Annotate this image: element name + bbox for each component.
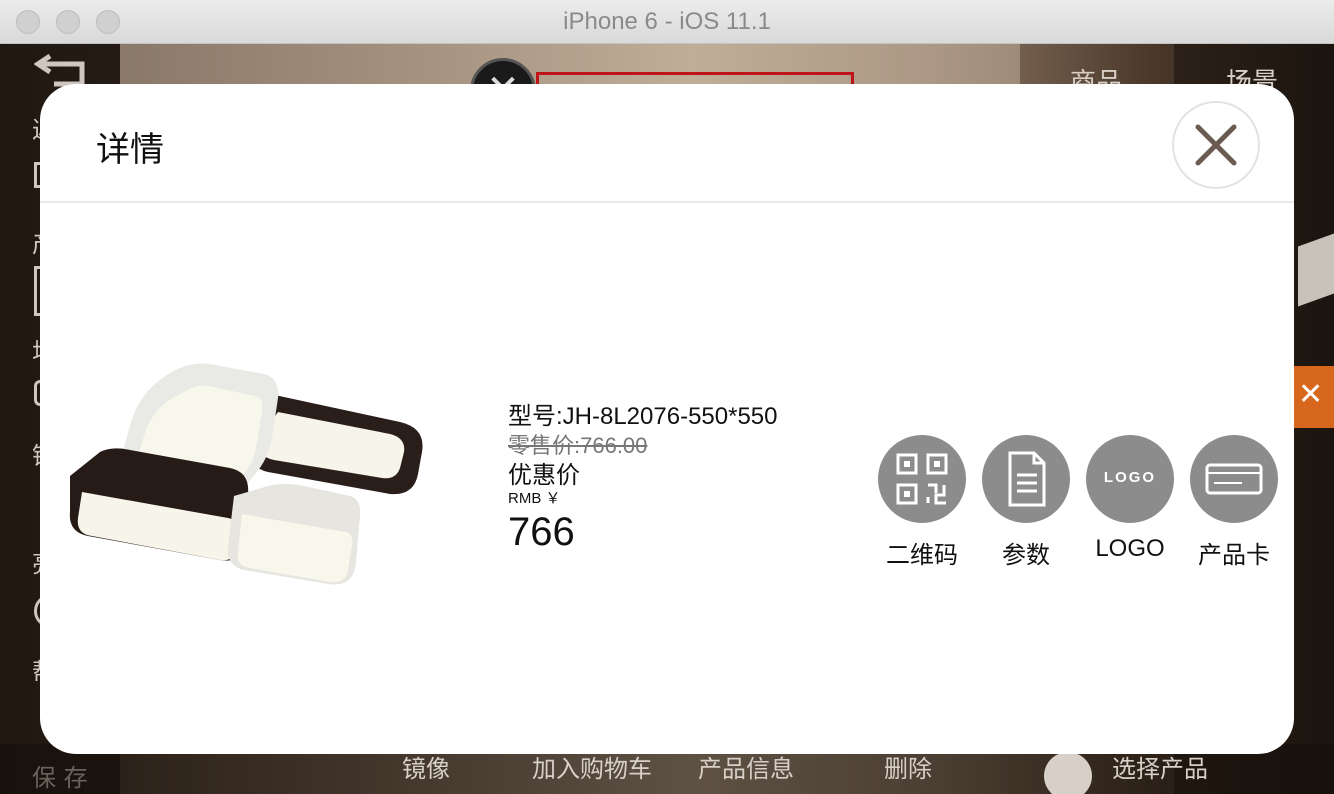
add-to-cart-button[interactable]: 加入购物车 [532,749,652,784]
close-icon [1195,124,1237,166]
remove-item-button[interactable]: ✕ [1294,366,1334,428]
discount-label: 优惠价 [508,461,580,489]
qr-code-button[interactable]: 二维码 [877,435,967,570]
document-icon [982,435,1070,523]
logo-icon: LOGO [1086,435,1174,523]
product-card-button[interactable]: 产品卡 [1189,435,1279,570]
select-product-button[interactable]: 选择产品 [1112,749,1208,784]
modal-header: 详情 [40,84,1294,203]
currency-label: RMB ￥ [508,490,561,507]
logo-button[interactable]: LOGO LOGO [1085,435,1175,563]
detail-modal: 详情 型号:JH-8L2076-550*550 零售价:766.00 优惠价 R… [40,84,1294,754]
product-image [60,356,430,596]
product-info: 型号:JH-8L2076-550*550 零售价:766.00 优惠价 RMB … [508,402,778,556]
qr-code-label: 二维码 [886,541,958,569]
product-card-label: 产品卡 [1198,541,1270,569]
add-circle-icon[interactable] [1044,752,1092,794]
product-model: 型号:JH-8L2076-550*550 [508,403,778,430]
product-info-button[interactable]: 产品信息 [698,749,794,784]
window-title: iPhone 6 - iOS 11.1 [563,8,771,35]
logo-label: LOGO [1095,535,1165,562]
parameters-label: 参数 [1002,541,1050,569]
mirror-button[interactable]: 镜像 [402,749,450,784]
delete-button[interactable]: 删除 [884,749,932,784]
parameters-button[interactable]: 参数 [981,435,1071,570]
qr-code-icon [878,435,966,523]
modal-title: 详情 [96,130,164,170]
close-icon: ✕ [1298,377,1324,412]
window-titlebar: iPhone 6 - iOS 11.1 [0,0,1334,44]
discount-price: 766 [508,510,575,554]
card-icon [1190,435,1278,523]
logo-icon-text: LOGO [1103,469,1157,486]
retail-price: 零售价:766.00 [508,433,648,458]
modal-close-button[interactable] [1172,101,1260,189]
